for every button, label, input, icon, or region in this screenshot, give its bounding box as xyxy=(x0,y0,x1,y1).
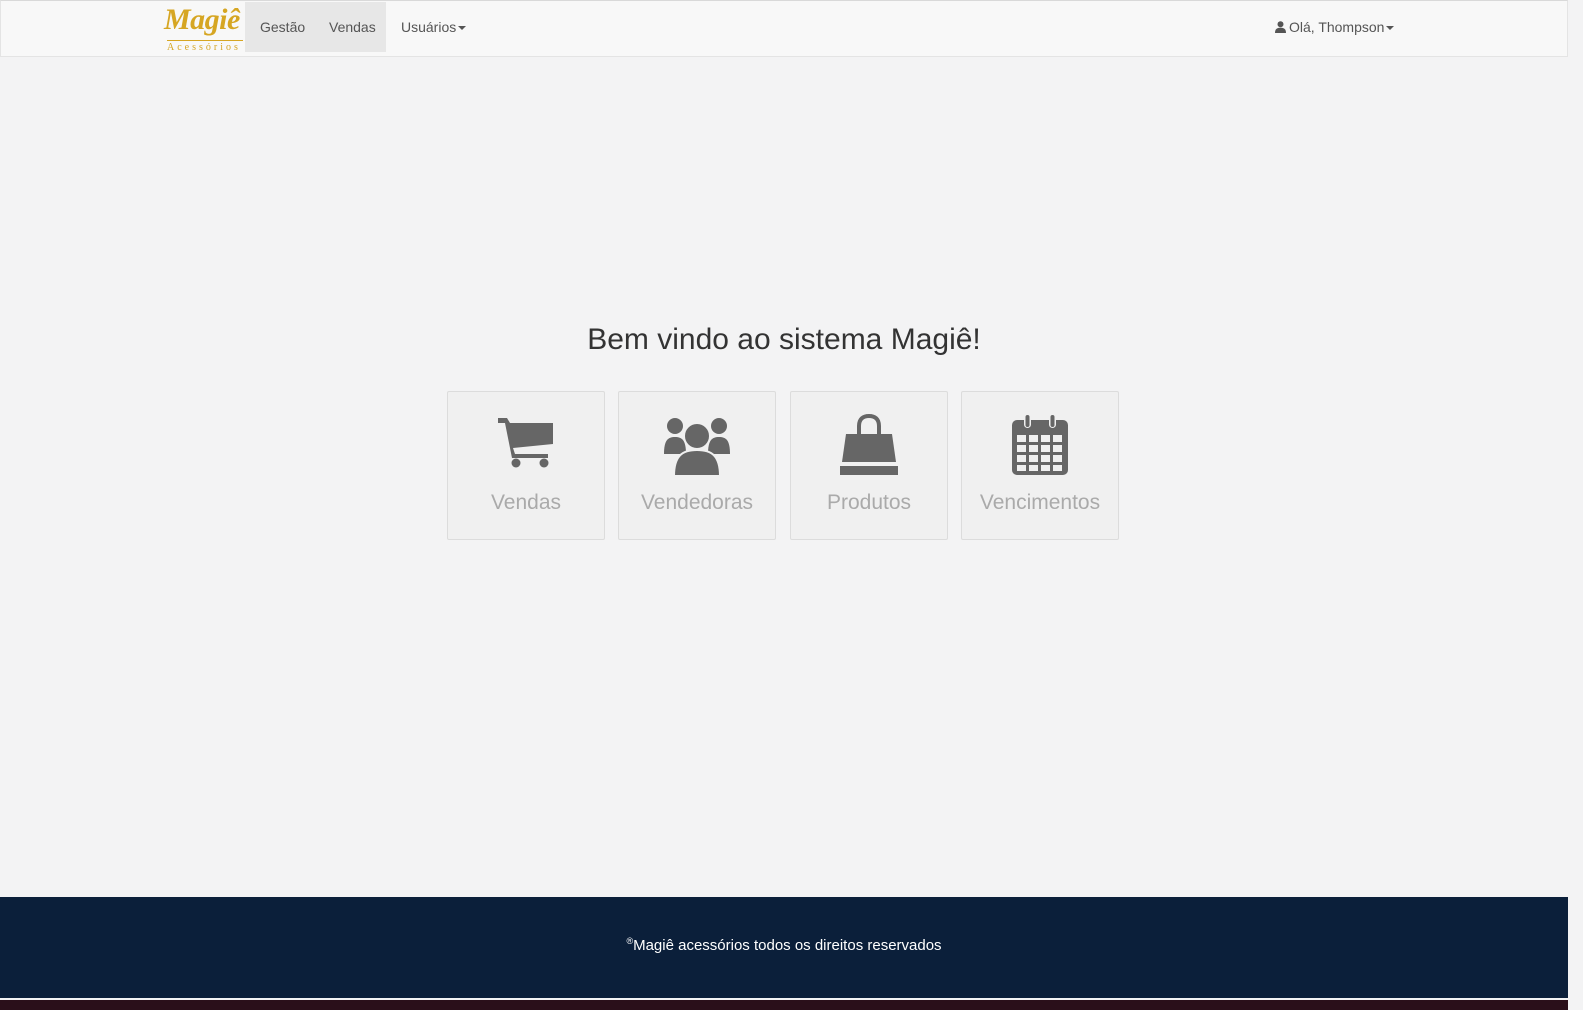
tile-vencimentos[interactable]: Vencimentos xyxy=(961,391,1119,540)
brand-divider xyxy=(167,40,243,41)
footer-copyright: ®Magiê acessórios todos os direitos rese… xyxy=(0,931,1568,956)
nav-item-label: Usuários xyxy=(401,19,457,35)
nav-item-label: Vendas xyxy=(329,19,376,35)
page: Magiê Acessórios Gestão Vendas Usuários … xyxy=(0,0,1568,1000)
nav-item-label: Gestão xyxy=(260,19,306,35)
user-menu-dropdown[interactable]: Olá, Thompson xyxy=(1263,2,1406,52)
footer-copyright-text: Magiê acessórios todos os direitos reser… xyxy=(633,937,942,954)
brand-logo[interactable]: Magiê Acessórios xyxy=(164,3,244,55)
brand-name: Magiê xyxy=(164,3,240,36)
users-group-icon xyxy=(619,414,775,478)
tile-label: Vendedoras xyxy=(640,491,754,514)
tile-vendas[interactable]: Vendas xyxy=(447,391,605,540)
shopping-cart-icon xyxy=(448,414,604,478)
tile-vendedoras[interactable]: Vendedoras xyxy=(618,391,776,540)
footer: ®Magiê acessórios todos os direitos rese… xyxy=(0,897,1568,998)
calendar-icon xyxy=(962,414,1118,478)
nav-item-gestao[interactable]: Gestão xyxy=(245,2,321,52)
brand-tagline: Acessórios xyxy=(167,42,241,53)
tile-produtos[interactable]: Produtos xyxy=(790,391,948,540)
user-greeting: Olá, Thompson xyxy=(1289,19,1385,35)
tile-label: Produtos xyxy=(826,491,912,514)
nav-item-vendas[interactable]: Vendas xyxy=(314,2,386,52)
user-icon xyxy=(1275,3,1286,53)
caret-down-icon xyxy=(1386,26,1395,31)
window-edge xyxy=(1568,0,1583,1010)
caret-down-icon xyxy=(458,26,467,31)
shopping-bag-icon xyxy=(791,414,947,478)
tile-label: Vendas xyxy=(490,491,562,514)
top-navbar: Magiê Acessórios Gestão Vendas Usuários … xyxy=(0,0,1568,57)
welcome-heading: Bem vindo ao sistema Magiê! xyxy=(587,323,981,356)
nav-item-usuarios-dropdown[interactable]: Usuários xyxy=(386,2,481,52)
tile-label: Vencimentos xyxy=(979,491,1101,514)
